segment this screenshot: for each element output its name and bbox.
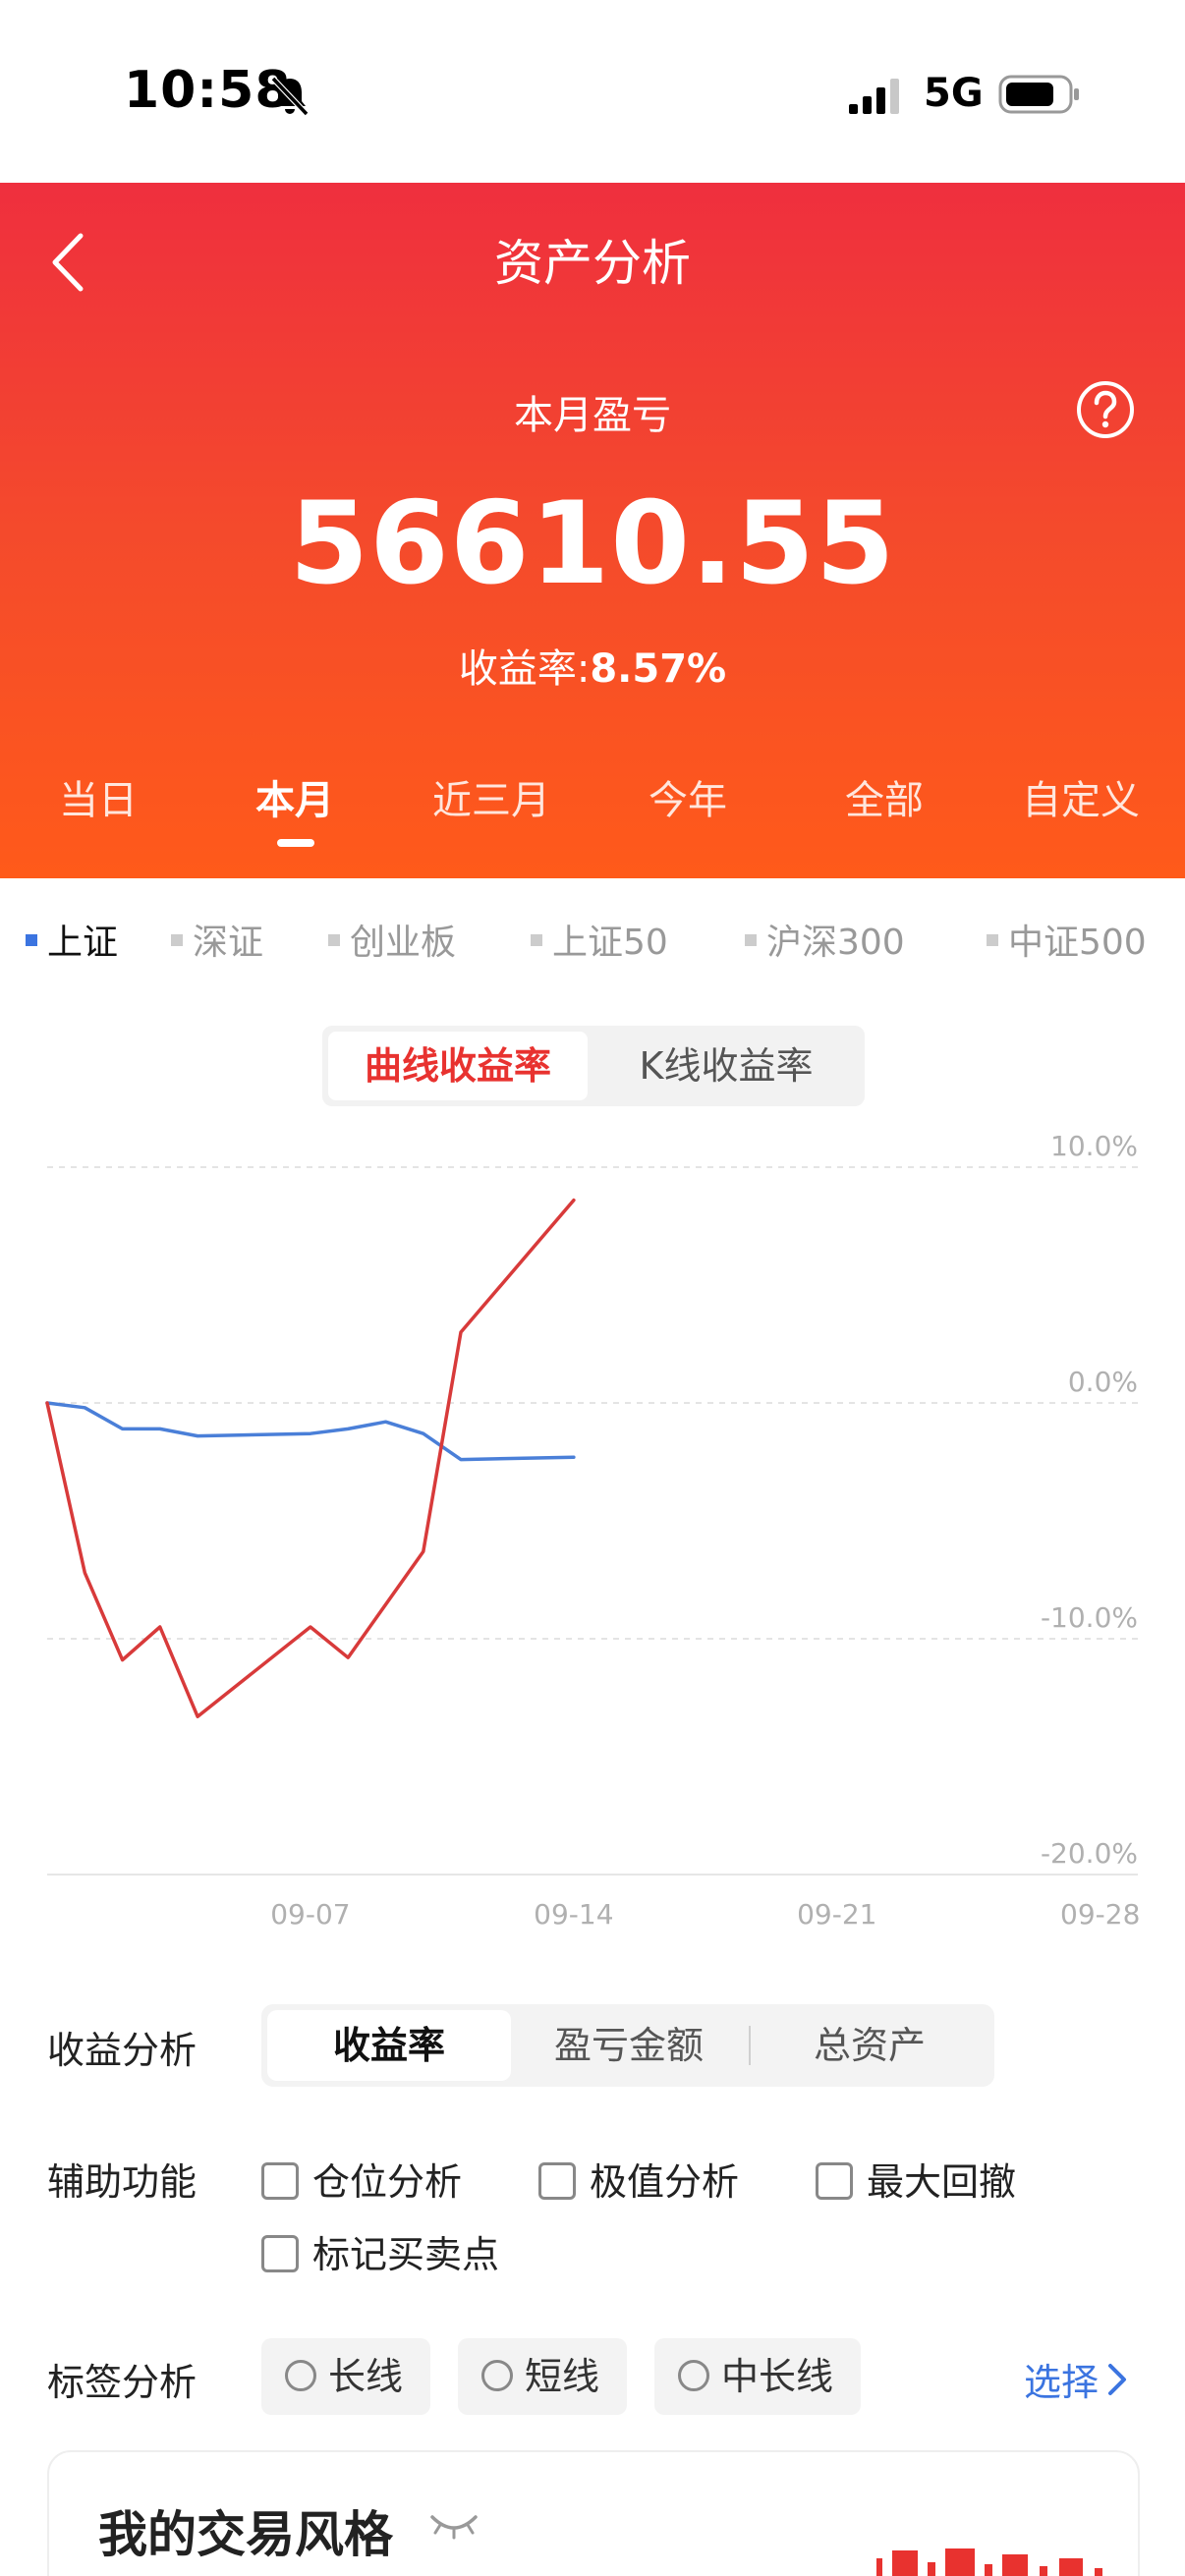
x-tick-label: 09-21 [797, 1898, 876, 1931]
grid-layer [47, 1166, 1138, 1876]
index-csi500[interactable]: 中证500 [987, 914, 1147, 965]
index-shenzhen[interactable]: 深证 [171, 914, 263, 965]
tab-all[interactable]: 全部 [786, 768, 983, 825]
aux-functions-label: 辅助功能 [47, 2160, 198, 2204]
chart-mode-toggle: 曲线收益率 K线收益率 [322, 1026, 865, 1106]
legend-dot-icon [26, 934, 37, 946]
tag-short-term[interactable]: 短线 [458, 2338, 627, 2415]
return-chart: 10.0% 0.0% -10.0% -20.0% 09-07 09-14 09-21 09-2… [45, 1130, 1140, 1931]
tag-mid-long-term[interactable]: 中长线 [654, 2338, 861, 2415]
tab-today[interactable]: 当日 [0, 768, 197, 825]
tag-long-term[interactable]: 长线 [261, 2338, 430, 2415]
x-tick-label: 09-07 [270, 1898, 350, 1931]
return-rate-option[interactable]: 收益率 [267, 2010, 511, 2081]
x-tick-label: 09-28 [1060, 1898, 1140, 1931]
label-layer: 10.0% 0.0% -10.0% -20.0% 09-07 09-14 09-21 09-2… [270, 1130, 1140, 1931]
y-tick-label: 10.0% [1050, 1130, 1138, 1162]
style-decoration-icon [876, 2548, 1102, 2576]
index-sse50[interactable]: 上证50 [531, 914, 668, 965]
return-rate-label: 收益率: [458, 646, 591, 692]
chevron-right-icon[interactable] [1106, 2362, 1128, 2397]
tag-analysis-label: 标签分析 [47, 2361, 198, 2404]
header: 资产分析 本月盈亏 56610.55 收益率:8.57% 当日 本月 近三月 今… [0, 183, 1185, 878]
active-tab-indicator [277, 839, 314, 847]
radio-icon [678, 2359, 709, 2391]
checkbox-icon [261, 2161, 299, 2200]
legend-dot-icon [987, 934, 998, 946]
checkbox-icon [816, 2161, 853, 2200]
trading-style-title: 我的交易风格 [98, 2506, 393, 2563]
y-tick-label: -10.0% [1041, 1601, 1138, 1634]
position-analysis-checkbox[interactable]: 仓位分析 [261, 2152, 462, 2206]
pnl-amount-option[interactable]: 盈亏金额 [511, 2010, 747, 2081]
kline-return-button[interactable]: K线收益率 [593, 1032, 859, 1100]
index-shanghai[interactable]: 上证 [26, 914, 118, 965]
legend-dot-icon [328, 934, 340, 946]
index-series-line [45, 1401, 576, 1462]
legend-dot-icon [745, 934, 757, 946]
profit-analysis-segment: 收益率 盈亏金额 总资产 [261, 2004, 994, 2087]
mark-trade-points-checkbox[interactable]: 标记买卖点 [261, 2224, 499, 2278]
month-pnl-label: 本月盈亏 [514, 393, 671, 438]
select-tags-link[interactable]: 选择 [1024, 2352, 1099, 2406]
total-assets-option[interactable]: 总资产 [751, 2010, 988, 2081]
legend-dot-icon [531, 934, 542, 946]
index-chinext[interactable]: 创业板 [328, 914, 456, 965]
extreme-analysis-checkbox[interactable]: 极值分析 [538, 2152, 739, 2206]
period-tabs: 当日 本月 近三月 今年 全部 自定义 [0, 768, 1185, 847]
tab-this-year[interactable]: 今年 [590, 768, 786, 825]
month-pnl-value: 56610.55 [289, 477, 896, 610]
battery-icon [998, 75, 1079, 114]
checkbox-icon [538, 2161, 576, 2200]
curve-return-button[interactable]: 曲线收益率 [328, 1032, 588, 1100]
trading-style-card[interactable]: 我的交易风格 [47, 2450, 1140, 2576]
page-title: 资产分析 [494, 235, 691, 292]
y-tick-label: -20.0% [1041, 1837, 1138, 1870]
return-rate: 收益率:8.57% [0, 637, 1185, 694]
checkbox-icon [261, 2234, 299, 2272]
max-drawdown-checkbox[interactable]: 最大回撤 [816, 2152, 1016, 2206]
bell-muted-icon [270, 76, 310, 117]
radio-icon [481, 2359, 513, 2391]
network-label: 5G [924, 71, 984, 116]
y-tick-label: 0.0% [1068, 1366, 1138, 1398]
eye-closed-icon[interactable] [426, 2509, 481, 2543]
status-bar: 10:58 5G [0, 0, 1185, 183]
radio-icon [285, 2359, 316, 2391]
tab-this-month[interactable]: 本月 [197, 768, 393, 825]
signal-icon [849, 79, 899, 114]
tab-last-three-months[interactable]: 近三月 [393, 768, 590, 825]
x-tick-label: 09-14 [534, 1898, 613, 1931]
status-time: 10:58 [124, 61, 292, 120]
index-csi300[interactable]: 沪深300 [745, 914, 905, 965]
index-selector: 上证 深证 创业板 上证50 沪深300 中证500 [0, 914, 1185, 973]
legend-dot-icon [171, 934, 183, 946]
tab-custom[interactable]: 自定义 [983, 768, 1179, 825]
profit-analysis-label: 收益分析 [47, 2029, 198, 2072]
return-rate-value: 8.57% [590, 646, 727, 692]
